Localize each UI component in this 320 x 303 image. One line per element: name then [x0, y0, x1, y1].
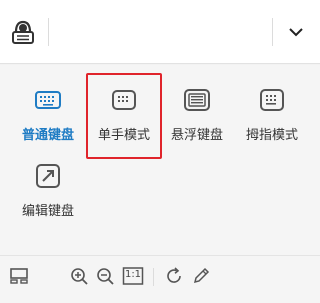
keyboard-icon: [35, 91, 61, 109]
top-bar: [0, 0, 320, 64]
mode-edit-keyboard[interactable]: 编辑键盘: [9, 162, 87, 219]
layout-icon[interactable]: [9, 266, 29, 286]
divider: [48, 18, 49, 46]
rotate-icon[interactable]: [164, 266, 184, 286]
chevron-down-icon[interactable]: [286, 22, 306, 42]
zoom-out-icon[interactable]: [95, 266, 115, 286]
divider: [272, 18, 273, 46]
mode-label: 拇指模式: [245, 128, 298, 143]
mode-label: 悬浮键盘: [170, 128, 223, 143]
edit-keyboard-icon: [36, 164, 60, 188]
app-logo-icon[interactable]: [10, 18, 36, 46]
keyboard-mode-panel: 普通键盘 单手模式 悬浮键盘 拇指模式 编辑键盘: [0, 65, 320, 255]
mode-normal-keyboard[interactable]: 普通键盘: [9, 86, 87, 143]
zoom-in-icon[interactable]: [69, 266, 89, 286]
floating-keyboard-icon: [184, 89, 210, 111]
mode-label: 普通键盘: [21, 128, 74, 143]
actual-size-label: 1:1: [124, 269, 142, 280]
divider: [153, 268, 154, 286]
mode-floating-keyboard[interactable]: 悬浮键盘: [158, 86, 236, 143]
mode-thumb[interactable]: 拇指模式: [233, 86, 311, 143]
bottom-toolbar: 1:1: [0, 255, 320, 303]
selection-highlight: [86, 73, 162, 159]
mode-label: 编辑键盘: [21, 204, 74, 219]
thumb-keyboard-icon: [260, 89, 284, 111]
actual-size-button[interactable]: 1:1: [122, 266, 144, 286]
pen-icon[interactable]: [191, 266, 211, 286]
